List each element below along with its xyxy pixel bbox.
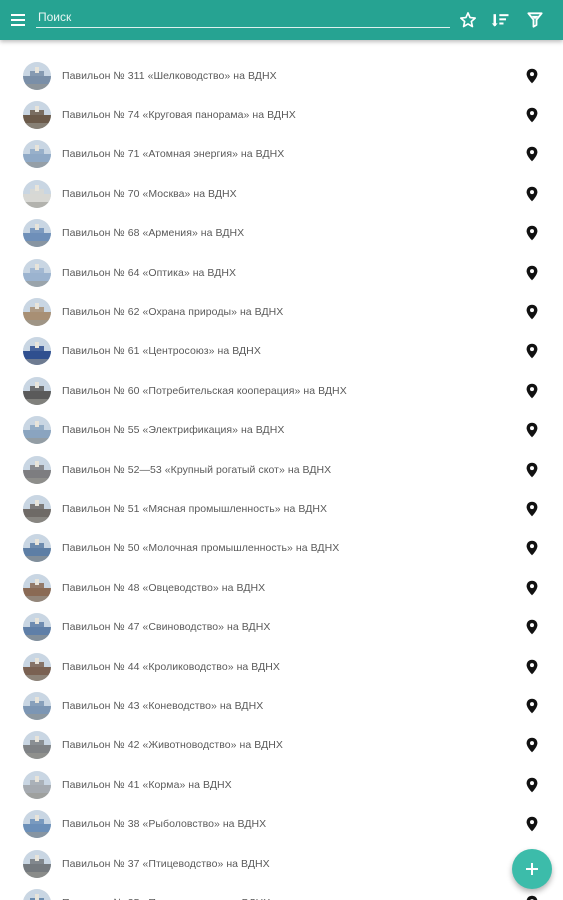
- pavilion-thumbnail: [23, 61, 51, 90]
- pavilion-thumbnail: [23, 179, 51, 208]
- map-marker-icon[interactable]: [525, 698, 539, 714]
- pavilion-title: Павильон № 51 «Мясная промышленность» на…: [62, 502, 328, 515]
- pavilion-thumbnail: [23, 534, 51, 563]
- pavilion-list[interactable]: Павильон № 311 «Шелководство» на ВДНХ Пав…: [0, 56, 563, 900]
- list-item[interactable]: Павильон № 38 «Рыболовство» на ВДНХ: [0, 804, 563, 843]
- list-item[interactable]: Павильон № 47 «Свиноводство» на ВДНХ: [0, 607, 563, 646]
- list-item[interactable]: Павильон № 43 «Коневодство» на ВДНХ: [0, 686, 563, 725]
- list-item[interactable]: Павильон № 35 «Пчеловодство» на ВДНХ: [0, 883, 563, 900]
- pavilion-title: Павильон № 37 «Птицеводство» на ВДНХ: [62, 857, 270, 870]
- list-item[interactable]: Павильон № 52—53 «Крупный рогатый скот» …: [0, 450, 563, 489]
- pavilion-thumbnail: [23, 337, 51, 366]
- map-marker-icon[interactable]: [525, 580, 539, 596]
- list-item[interactable]: Павильон № 74 «Круговая панорама» на ВДН…: [0, 95, 563, 134]
- pavilion-thumbnail: [23, 613, 51, 642]
- pavilion-thumbnail: [23, 219, 51, 248]
- list-item[interactable]: Павильон № 42 «Животноводство» на ВДНХ: [0, 726, 563, 765]
- pavilion-title: Павильон № 60 «Потребительская коопераци…: [62, 384, 347, 397]
- pavilion-thumbnail: [23, 691, 51, 720]
- pavilion-title: Павильон № 41 «Корма» на ВДНХ: [62, 778, 232, 791]
- sort-icon[interactable]: [491, 10, 511, 30]
- pavilion-title: Павильон № 44 «Кролиководство» на ВДНХ: [62, 660, 280, 673]
- map-marker-icon[interactable]: [525, 501, 539, 517]
- pavilion-title: Павильон № 64 «Оптика» на ВДНХ: [62, 266, 237, 279]
- pavilion-title: Павильон № 42 «Животноводство» на ВДНХ: [62, 739, 283, 752]
- pavilion-title: Павильон № 43 «Коневодство» на ВДНХ: [62, 699, 264, 712]
- list-item[interactable]: Павильон № 60 «Потребительская коопераци…: [0, 371, 563, 410]
- pavilion-title: Павильон № 38 «Рыболовство» на ВДНХ: [62, 818, 267, 831]
- list-item[interactable]: Павильон № 70 «Москва» на ВДНХ: [0, 174, 563, 213]
- pavilion-thumbnail: [23, 140, 51, 169]
- map-marker-icon[interactable]: [525, 737, 539, 753]
- pavilion-title: Павильон № 70 «Москва» на ВДНХ: [62, 187, 237, 200]
- list-item[interactable]: Павильон № 68 «Армения» на ВДНХ: [0, 214, 563, 253]
- map-marker-icon[interactable]: [525, 619, 539, 635]
- pavilion-title: Павильон № 311 «Шелководство» на ВДНХ: [62, 69, 277, 82]
- map-marker-icon[interactable]: [525, 107, 539, 123]
- map-marker-icon[interactable]: [525, 540, 539, 556]
- list-item[interactable]: Павильон № 50 «Молочная промышленность» …: [0, 529, 563, 568]
- filter-icon[interactable]: [525, 10, 545, 30]
- pavilion-thumbnail: [23, 376, 51, 405]
- pavilion-title: Павильон № 68 «Армения» на ВДНХ: [62, 227, 245, 240]
- list-item[interactable]: Павильон № 71 «Атомная энергия» на ВДНХ: [0, 135, 563, 174]
- pavilion-title: Павильон № 47 «Свиноводство» на ВДНХ: [62, 621, 271, 634]
- pavilion-thumbnail: [23, 573, 51, 602]
- pavilion-thumbnail: [23, 770, 51, 799]
- app-bar: [0, 0, 563, 40]
- pavilion-title: Павильон № 52—53 «Крупный рогатый скот» …: [62, 463, 332, 476]
- map-marker-icon[interactable]: [525, 462, 539, 478]
- pavilion-thumbnail: [23, 652, 51, 681]
- pavilion-title: Павильон № 61 «Центросоюз» на ВДНХ: [62, 345, 261, 358]
- map-marker-icon[interactable]: [525, 895, 539, 900]
- pavilion-thumbnail: [23, 455, 51, 484]
- map-marker-icon[interactable]: [525, 186, 539, 202]
- add-button[interactable]: [512, 849, 552, 889]
- map-marker-icon[interactable]: [525, 225, 539, 241]
- map-marker-icon[interactable]: [525, 816, 539, 832]
- pavilion-thumbnail: [23, 731, 51, 760]
- search-input[interactable]: [36, 6, 450, 28]
- pavilion-thumbnail: [23, 416, 51, 445]
- list-item[interactable]: Павильон № 51 «Мясная промышленность» на…: [0, 489, 563, 528]
- pavilion-thumbnail: [23, 888, 51, 900]
- pavilion-title: Павильон № 50 «Молочная промышленность» …: [62, 542, 340, 555]
- pavilion-title: Павильон № 71 «Атомная энергия» на ВДНХ: [62, 148, 285, 161]
- map-marker-icon[interactable]: [525, 304, 539, 320]
- list-item[interactable]: Павильон № 55 «Электрификация» на ВДНХ: [0, 411, 563, 450]
- list-item[interactable]: Павильон № 48 «Овцеводство» на ВДНХ: [0, 568, 563, 607]
- map-marker-icon[interactable]: [525, 777, 539, 793]
- list-item[interactable]: Павильон № 61 «Центросоюз» на ВДНХ: [0, 332, 563, 371]
- pavilion-title: Павильон № 48 «Овцеводство» на ВДНХ: [62, 581, 266, 594]
- pavilion-thumbnail: [23, 810, 51, 839]
- list-item[interactable]: Павильон № 62 «Охрана природы» на ВДНХ: [0, 292, 563, 331]
- search-field[interactable]: [36, 6, 450, 30]
- map-marker-icon[interactable]: [525, 343, 539, 359]
- map-marker-icon[interactable]: [525, 659, 539, 675]
- pavilion-thumbnail: [23, 101, 51, 130]
- pavilion-thumbnail: [23, 494, 51, 523]
- list-item[interactable]: Павильон № 44 «Кролиководство» на ВДНХ: [0, 647, 563, 686]
- pavilion-thumbnail: [23, 258, 51, 287]
- map-marker-icon[interactable]: [525, 265, 539, 281]
- pavilion-title: Павильон № 74 «Круговая панорама» на ВДН…: [62, 109, 296, 122]
- list-item[interactable]: Павильон № 41 «Корма» на ВДНХ: [0, 765, 563, 804]
- map-marker-icon[interactable]: [525, 68, 539, 84]
- star-outline-icon[interactable]: [458, 10, 478, 30]
- pavilion-thumbnail: [23, 298, 51, 327]
- map-marker-icon[interactable]: [525, 422, 539, 438]
- plus-icon: [526, 863, 538, 875]
- list-item[interactable]: Павильон № 64 «Оптика» на ВДНХ: [0, 253, 563, 292]
- list-item[interactable]: Павильон № 37 «Птицеводство» на ВДНХ: [0, 844, 563, 883]
- pavilion-thumbnail: [23, 849, 51, 878]
- pavilion-title: Павильон № 55 «Электрификация» на ВДНХ: [62, 424, 285, 437]
- map-marker-icon[interactable]: [525, 383, 539, 399]
- hamburger-menu-icon[interactable]: [8, 10, 30, 30]
- map-marker-icon[interactable]: [525, 146, 539, 162]
- pavilion-title: Павильон № 62 «Охрана природы» на ВДНХ: [62, 306, 284, 319]
- list-item[interactable]: Павильон № 311 «Шелководство» на ВДНХ: [0, 56, 563, 95]
